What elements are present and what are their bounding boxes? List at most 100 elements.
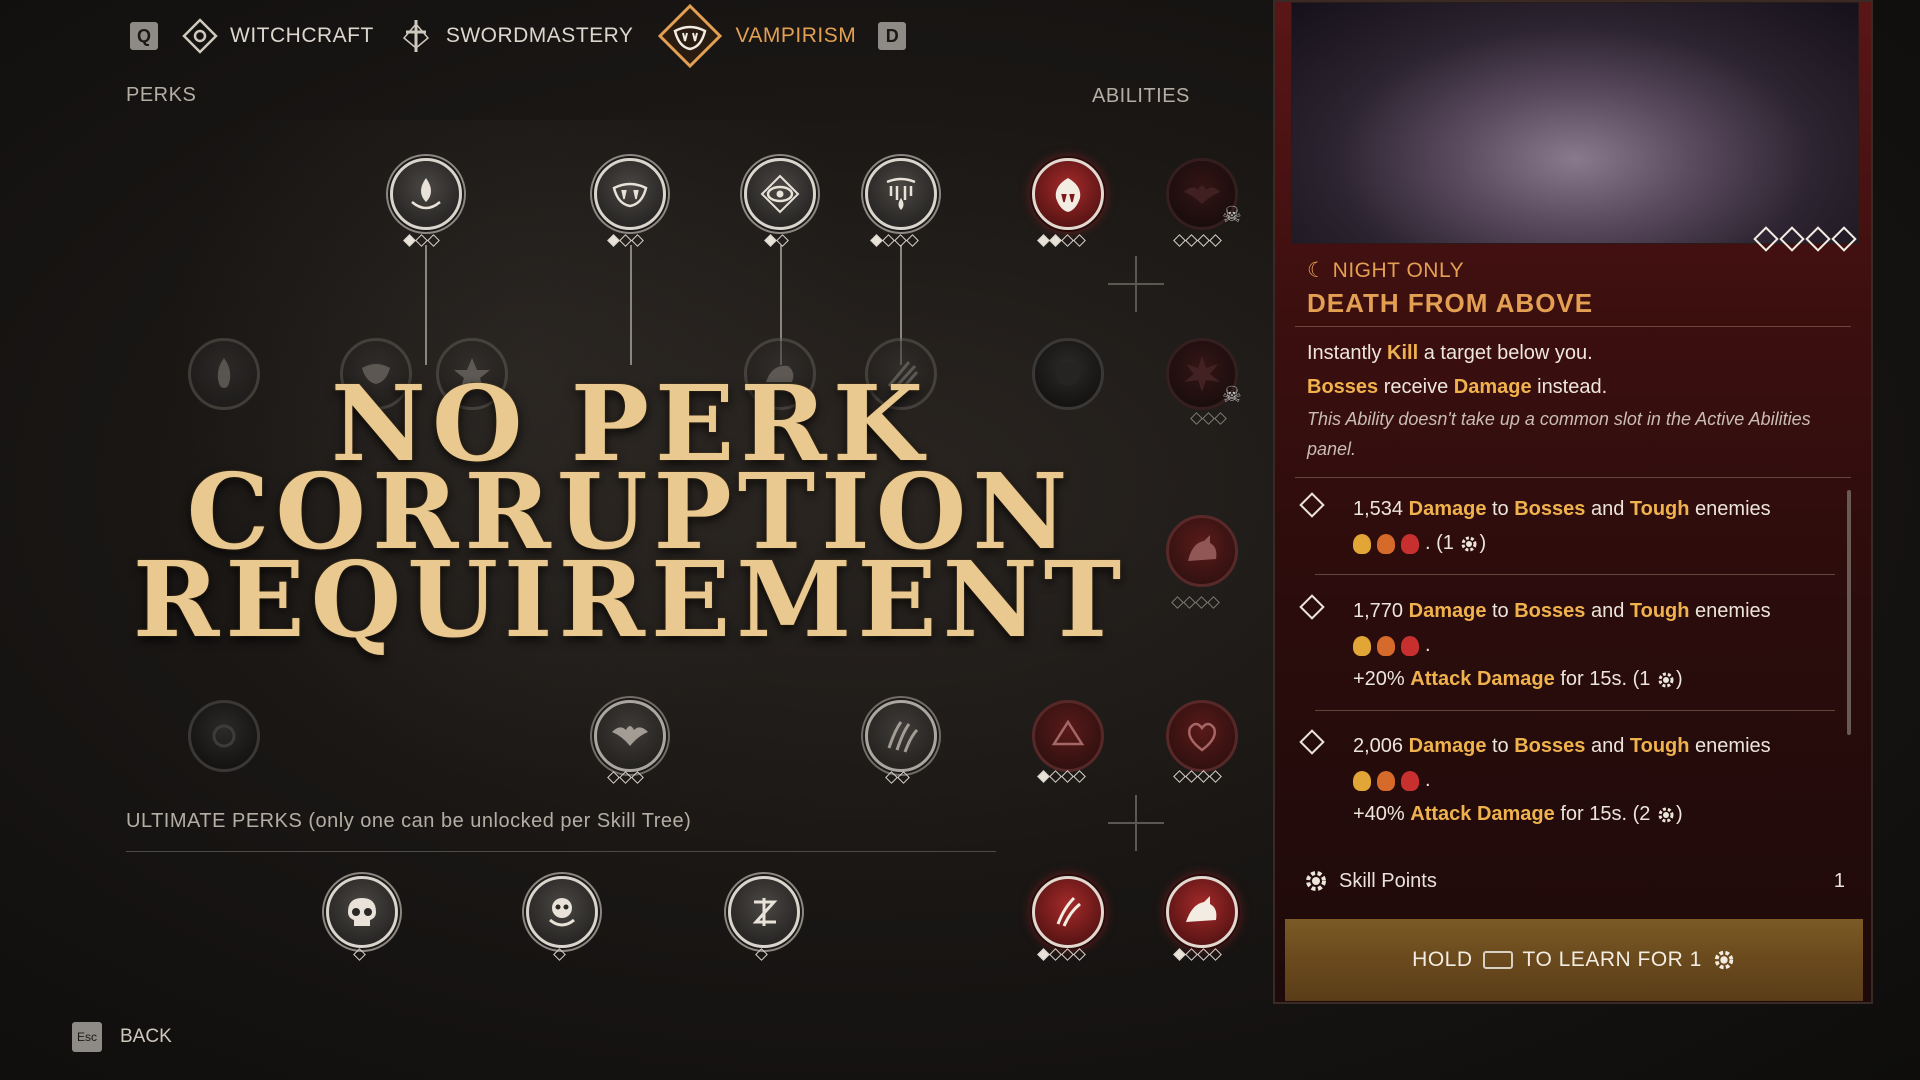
- divider: [1295, 477, 1851, 478]
- perk-all-seeing-eye[interactable]: [744, 158, 816, 230]
- skill-point-icon: [1306, 871, 1326, 891]
- eye-icon: [760, 174, 800, 214]
- bat-icon: [1184, 186, 1220, 204]
- rune-icon: [752, 898, 778, 926]
- perk-claws[interactable]: [865, 700, 937, 772]
- tab-swordmastery-label: SWORDMASTERY: [445, 24, 634, 47]
- skull-red-icon: [1401, 770, 1419, 791]
- sigil-icon: [1051, 719, 1085, 746]
- divider: [1315, 574, 1835, 575]
- skull-yellow-icon: [1353, 635, 1371, 656]
- perk-level-pips: [607, 234, 644, 247]
- perk-blood-rain[interactable]: [865, 158, 937, 230]
- ability-blood-heart[interactable]: [1166, 700, 1238, 772]
- perk-level-pips: [870, 234, 919, 247]
- tier-1: 1,534 Damage to Bosses and Tough enemies…: [1299, 492, 1823, 560]
- grid-crosshair: [1108, 795, 1164, 851]
- perk-locked[interactable]: [188, 700, 260, 772]
- skill-tree-tabs: Q WITCHCRAFT SWORDMASTERY VAMPIRISM D: [130, 0, 907, 72]
- tab-swordmastery[interactable]: SWORDMASTERY: [396, 16, 634, 56]
- ability-claw-strike[interactable]: [1032, 876, 1104, 948]
- tiers-scrollbar[interactable]: [1847, 490, 1851, 735]
- overlay-headline: NO PERK CORRUPTION REQUIREMENT: [80, 372, 1180, 661]
- ability-level-pips: [1037, 234, 1086, 247]
- tier-3: 2,006 Damage to Bosses and Tough enemies…: [1299, 729, 1823, 831]
- ability-blood-sigil[interactable]: [1032, 700, 1104, 772]
- tier-diamond-icon: [1299, 594, 1325, 620]
- ultimate-perk-rune[interactable]: [728, 876, 800, 948]
- ultimate-divider: [126, 851, 996, 852]
- skull-red-icon: [1401, 533, 1419, 554]
- ultimate-perk-skull[interactable]: [326, 876, 398, 948]
- esc-key: Esc: [72, 1022, 102, 1052]
- divider: [1295, 326, 1851, 327]
- prev-tab-key[interactable]: Q: [130, 22, 158, 50]
- ability-level-pips: [1037, 770, 1086, 783]
- ability-title: DEATH FROM ABOVE: [1307, 288, 1594, 318]
- tab-witchcraft-label: WITCHCRAFT: [230, 24, 374, 47]
- tab-witchcraft[interactable]: WITCHCRAFT: [180, 16, 374, 56]
- perk-connector: [425, 245, 427, 365]
- ability-note: This Ability doesn't take up a common sl…: [1307, 409, 1811, 459]
- skull-yellow-icon: [1353, 533, 1371, 554]
- learn-ability-button[interactable]: HOLD TO LEARN FOR 1: [1285, 919, 1863, 1001]
- tier-diamond-icon: [1299, 492, 1325, 518]
- perk-level-pips: [764, 234, 789, 247]
- ability-level-pips: [1173, 948, 1222, 961]
- next-tab-key[interactable]: D: [878, 22, 907, 50]
- tab-vampirism-label: VAMPIRISM: [735, 24, 857, 47]
- blood-drop-icon: [411, 178, 441, 210]
- perk-level-pips: [607, 771, 644, 784]
- ultimate-perks-heading: ULTIMATE PERKS (only one can be unlocked…: [126, 810, 692, 832]
- wolf-icon: [1186, 896, 1217, 922]
- perk-bat-wings[interactable]: [594, 700, 666, 772]
- back-label: BACK: [120, 1026, 172, 1047]
- tier-diamond-icon: [1299, 729, 1325, 755]
- back-button[interactable]: Esc BACK: [72, 1022, 172, 1052]
- overlay-line-3: REQUIREMENT: [132, 538, 1128, 661]
- abilities-heading: ABILITIES: [1092, 85, 1190, 107]
- perk-level-pips: [403, 234, 440, 247]
- ability-death-from-above[interactable]: [1032, 158, 1104, 230]
- ability-description-line-2: Bosses receive Damage instead.: [1307, 376, 1608, 398]
- perks-heading: PERKS: [126, 84, 197, 106]
- skull-icon: [348, 898, 376, 926]
- ability-level-pips: [1037, 948, 1086, 961]
- wolf-icon: [1188, 535, 1217, 561]
- heart-icon: [1188, 722, 1216, 752]
- claw-icon: [887, 721, 919, 753]
- ability-level-pips: [1173, 770, 1222, 783]
- skill-point-icon: [1658, 672, 1674, 688]
- skull-orange-icon: [1377, 635, 1395, 656]
- witchcraft-icon: [180, 16, 220, 56]
- fangs-icon: [655, 1, 725, 71]
- perk-blood-drop[interactable]: [390, 158, 462, 230]
- learn-hold-label: HOLD: [1412, 948, 1473, 971]
- skill-points-value: 1: [1833, 869, 1845, 892]
- ability-level-pips: [1190, 412, 1227, 425]
- hand-skull-icon: [549, 898, 575, 927]
- skill-point-icon: [1658, 807, 1674, 823]
- divider: [1315, 710, 1835, 711]
- skull-orange-icon: [1377, 533, 1395, 554]
- skull-yellow-icon: [1353, 770, 1371, 791]
- spacebar-key-icon: [1482, 951, 1513, 969]
- locked-skull-icon: ☠: [1222, 202, 1242, 227]
- skill-point-icon: [1461, 536, 1477, 552]
- ultimate-level-pips: [553, 948, 566, 961]
- ultimate-perk-hand-skull[interactable]: [526, 876, 598, 948]
- ability-wolf-lunge[interactable]: [1166, 876, 1238, 948]
- grid-crosshair: [1108, 256, 1164, 312]
- tier-2: 1,770 Damage to Bosses and Tough enemies…: [1299, 594, 1823, 696]
- fanged-maw-icon: [1055, 178, 1081, 212]
- sword-icon: [396, 16, 436, 56]
- ability-tier-pips: [1753, 226, 1857, 252]
- skill-points-row: Skill Points 1: [1295, 858, 1855, 904]
- learn-cost-label: TO LEARN FOR 1: [1522, 948, 1702, 971]
- skull-red-icon: [1401, 635, 1419, 656]
- tab-vampirism[interactable]: VAMPIRISM: [655, 1, 856, 71]
- perk-vampire-fangs[interactable]: [594, 158, 666, 230]
- ability-preview-image: [1291, 2, 1859, 244]
- ability-detail-panel: ☾ NIGHT ONLY DEATH FROM ABOVE Instantly …: [1273, 0, 1873, 1004]
- skill-points-label: Skill Points: [1339, 869, 1437, 892]
